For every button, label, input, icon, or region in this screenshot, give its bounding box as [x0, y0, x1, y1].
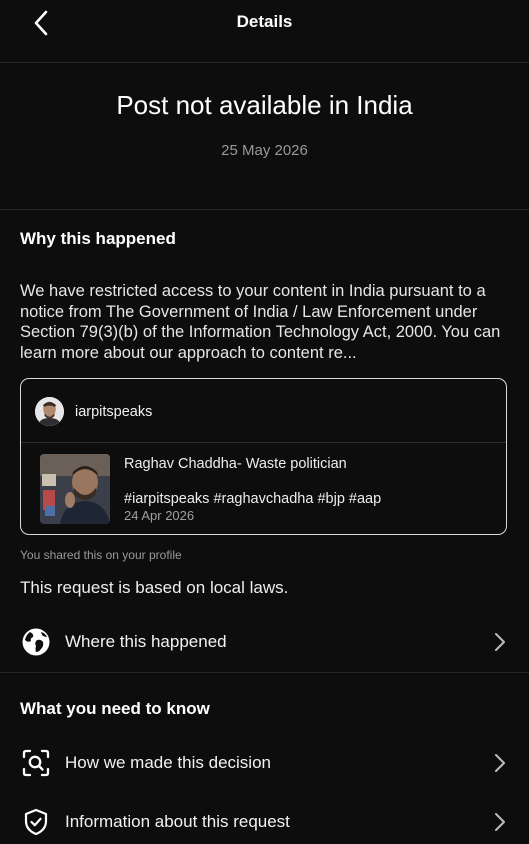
- section-divider: [0, 672, 529, 673]
- why-heading: Why this happened: [20, 229, 176, 248]
- post-caption: Raghav Chaddha- Waste politician: [124, 456, 347, 472]
- status-date: 25 May 2026: [221, 142, 308, 159]
- avatar: [35, 397, 64, 426]
- where-this-happened-row[interactable]: Where this happened: [0, 620, 529, 664]
- status-headline: Post not available in India: [116, 90, 413, 120]
- scan-search-icon: [20, 747, 52, 779]
- hero-divider: [0, 209, 529, 210]
- post-thumbnail: [40, 454, 110, 524]
- globe-icon: [20, 626, 52, 658]
- where-this-happened-label: Where this happened: [65, 632, 227, 651]
- shield-check-icon: [20, 806, 52, 838]
- information-about-request-row[interactable]: Information about this request: [0, 800, 529, 844]
- chevron-right-icon: [493, 632, 507, 652]
- how-we-made-decision-label: How we made this decision: [65, 753, 271, 772]
- shared-note: You shared this on your profile: [20, 548, 182, 562]
- chevron-right-icon: [493, 812, 507, 832]
- card-divider: [21, 442, 506, 443]
- header-divider: [0, 62, 529, 63]
- page-title: Details: [236, 12, 293, 31]
- post-author-username: iarpitspeaks: [75, 404, 153, 420]
- top-bar: Details: [0, 0, 529, 46]
- post-card[interactable]: iarpitspeaks Raghav Chaddha- Waste polit…: [20, 378, 507, 535]
- local-laws-text: This request is based on local laws.: [20, 578, 289, 597]
- how-we-made-decision-row[interactable]: How we made this decision: [0, 741, 529, 785]
- chevron-right-icon: [493, 753, 507, 773]
- information-about-request-label: Information about this request: [65, 812, 290, 831]
- post-hashtags: #iarpitspeaks #raghavchadha #bjp #aap: [124, 491, 382, 507]
- need-to-know-heading: What you need to know: [20, 699, 210, 718]
- post-date: 24 Apr 2026: [124, 508, 195, 523]
- why-body-text: We have restricted access to your conten…: [20, 282, 501, 363]
